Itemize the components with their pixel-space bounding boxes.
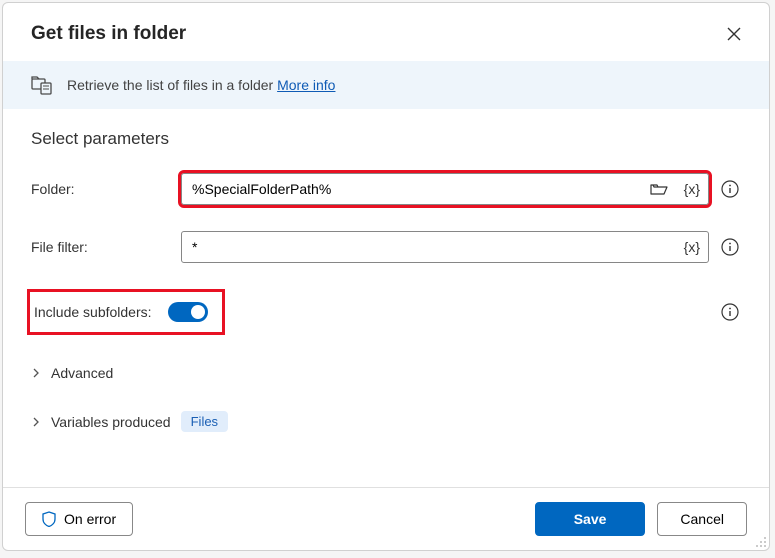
- browse-folder-button[interactable]: [642, 174, 676, 204]
- folder-input[interactable]: [182, 174, 642, 204]
- info-bar: Retrieve the list of files in a folder M…: [3, 61, 769, 109]
- on-error-button[interactable]: On error: [25, 502, 133, 536]
- variables-badge[interactable]: Files: [181, 411, 228, 432]
- subfolders-highlight-box: Include subfolders:: [27, 289, 225, 335]
- field-row-subfolders: Include subfolders:: [31, 289, 741, 335]
- field-row-folder: Folder: {x}: [31, 173, 741, 205]
- variables-expander[interactable]: Variables produced Files: [31, 407, 741, 436]
- variable-icon: {x}: [684, 181, 700, 197]
- advanced-expander[interactable]: Advanced: [31, 361, 741, 385]
- dialog: Get files in folder Retrieve the list of…: [2, 2, 770, 551]
- folder-info-button[interactable]: [719, 178, 741, 200]
- toggle-knob: [191, 305, 205, 319]
- folder-label: Folder:: [31, 181, 171, 197]
- variable-icon: {x}: [684, 239, 700, 255]
- on-error-label: On error: [64, 511, 116, 527]
- info-icon: [721, 238, 739, 256]
- folder-variable-button[interactable]: {x}: [676, 174, 708, 204]
- info-icon: [721, 303, 739, 321]
- more-info-link[interactable]: More info: [277, 77, 335, 93]
- footer: On error Save Cancel: [3, 487, 769, 550]
- close-icon: [727, 27, 741, 41]
- dialog-title: Get files in folder: [31, 23, 186, 45]
- chevron-right-icon: [31, 368, 41, 378]
- info-text: Retrieve the list of files in a folder M…: [67, 77, 335, 93]
- folder-files-icon: [31, 75, 53, 95]
- chevron-right-icon: [31, 417, 41, 427]
- filter-input[interactable]: [182, 232, 676, 262]
- field-row-filter: File filter: {x}: [31, 231, 741, 263]
- save-button[interactable]: Save: [535, 502, 646, 536]
- close-button[interactable]: [721, 21, 747, 47]
- filter-label: File filter:: [31, 239, 171, 255]
- shield-icon: [42, 511, 56, 527]
- subfolders-toggle[interactable]: [168, 302, 208, 322]
- advanced-label: Advanced: [51, 365, 113, 381]
- filter-variable-button[interactable]: {x}: [676, 232, 708, 262]
- filter-info-button[interactable]: [719, 236, 741, 258]
- folder-input-wrap: {x}: [181, 173, 709, 205]
- resize-grip-icon[interactable]: [755, 536, 767, 548]
- subfolders-info-button[interactable]: [719, 301, 741, 323]
- section-title: Select parameters: [31, 129, 741, 149]
- filter-input-wrap: {x}: [181, 231, 709, 263]
- cancel-button[interactable]: Cancel: [657, 502, 747, 536]
- info-icon: [721, 180, 739, 198]
- subfolders-label: Include subfolders:: [34, 304, 152, 320]
- dialog-header: Get files in folder: [3, 3, 769, 61]
- variables-label: Variables produced: [51, 414, 171, 430]
- folder-open-icon: [650, 182, 668, 196]
- content: Select parameters Folder: {x} File filte…: [3, 109, 769, 487]
